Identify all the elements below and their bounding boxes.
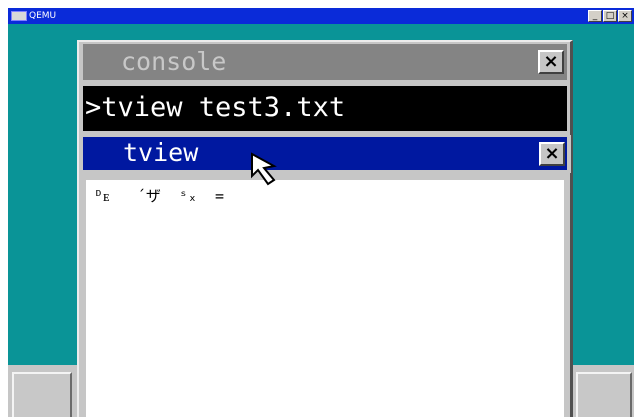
host-window-controls: _ □ × [588, 10, 632, 22]
taskbar-button-right[interactable] [576, 372, 632, 417]
tview-titlebar[interactable]: tview × [83, 137, 567, 170]
close-button[interactable]: × [618, 10, 632, 22]
console-titlebar[interactable]: console × [83, 44, 567, 80]
arrow-cursor-icon [251, 152, 277, 186]
console-command-line[interactable]: >tview test3.txt [83, 86, 567, 131]
tview-window-frame: tview × [79, 135, 571, 173]
tview-content: ᴰᴇ ´ザ ˢₓ = [94, 187, 225, 205]
host-titlebar[interactable]: QEMU _ □ × [8, 8, 634, 24]
tview-close-button[interactable]: × [539, 142, 565, 166]
taskbar-button-left[interactable] [12, 372, 72, 417]
console-close-button[interactable]: × [538, 50, 564, 74]
console-command-text: >tview test3.txt [85, 92, 346, 123]
minimize-button[interactable]: _ [588, 10, 602, 22]
console-title: console [121, 47, 227, 76]
host-title: QEMU [29, 11, 57, 21]
maximize-button[interactable]: □ [603, 10, 617, 22]
tview-title: tview [123, 138, 199, 167]
qemu-app-icon [11, 11, 27, 21]
tview-text-area[interactable]: ᴰᴇ ´ザ ˢₓ = [86, 180, 564, 417]
